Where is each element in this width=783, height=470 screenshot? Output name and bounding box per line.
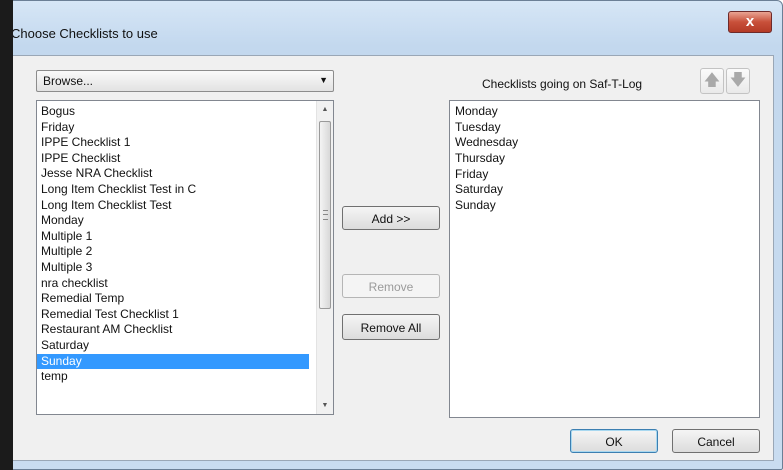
remove-all-button[interactable]: Remove All — [342, 314, 440, 340]
available-checklists-items: Bogus Friday IPPE Checklist 1 IPPE Checklis… — [37, 104, 309, 385]
list-item[interactable]: Friday — [450, 167, 518, 183]
list-item[interactable]: Long Item Checklist Test in C — [37, 182, 309, 198]
dialog-window: Choose Checklists to use x Browse... ▼ B… — [0, 0, 783, 470]
list-item[interactable]: Bogus — [37, 104, 309, 120]
list-item[interactable]: Multiple 2 — [37, 244, 309, 260]
list-item[interactable]: Restaurant AM Checklist — [37, 322, 309, 338]
title-bar[interactable]: Choose Checklists to use x — [1, 1, 782, 55]
move-down-button[interactable]: 🡇 — [726, 68, 750, 94]
cancel-button[interactable]: Cancel — [672, 429, 760, 453]
list-item[interactable]: nra checklist — [37, 276, 309, 292]
selected-checklists-list[interactable]: Monday Tuesday Wednesday Thursday Friday Satu… — [449, 100, 760, 418]
list-item[interactable]: Saturday — [37, 338, 309, 354]
list-item[interactable]: IPPE Checklist 1 — [37, 135, 309, 151]
browse-dropdown-value: Browse... — [43, 74, 94, 88]
list-item[interactable]: Friday — [37, 120, 309, 136]
scroll-thumb[interactable] — [319, 121, 331, 309]
remove-button[interactable]: Remove — [342, 274, 440, 298]
list-item[interactable]: Saturday — [450, 182, 518, 198]
list-item[interactable]: Multiple 1 — [37, 229, 309, 245]
chevron-down-icon: ▼ — [319, 75, 328, 85]
list-item[interactable]: Remedial Temp — [37, 291, 309, 307]
move-up-button[interactable]: 🡅 — [700, 68, 724, 94]
arrow-down-icon: 🡇 — [729, 72, 747, 89]
scroll-up-arrow-icon[interactable]: ▲ — [317, 101, 333, 118]
list-item[interactable]: Monday — [37, 213, 309, 229]
list-item[interactable]: IPPE Checklist — [37, 151, 309, 167]
close-icon: x — [745, 13, 755, 30]
list-item[interactable]: Jesse NRA Checklist — [37, 166, 309, 182]
grip-icon — [323, 210, 328, 220]
background-edge — [0, 0, 13, 470]
window-title: Choose Checklists to use — [11, 26, 158, 41]
list-item[interactable]: Tuesday — [450, 120, 518, 136]
list-item[interactable]: Multiple 3 — [37, 260, 309, 276]
list-item[interactable]: Monday — [450, 104, 518, 120]
dialog-client-area: Browse... ▼ Bogus Friday IPPE Checklist 1I… — [11, 55, 774, 461]
selected-checklists-items: Monday Tuesday Wednesday Thursday Friday Satu… — [450, 104, 518, 214]
ok-button[interactable]: OK — [570, 429, 658, 453]
list-item[interactable]: Wednesday — [450, 135, 518, 151]
list-item[interactable]: Remedial Test Checklist 1 — [37, 307, 309, 323]
selected-checklists-label: Checklists going on Saf-T-Log — [482, 77, 643, 91]
list-item[interactable]: temp — [37, 369, 309, 385]
close-button[interactable]: x — [728, 11, 772, 33]
available-checklists-list[interactable]: Bogus Friday IPPE Checklist 1 IPPE Checklis… — [36, 100, 334, 415]
list-item[interactable]: Thursday — [450, 151, 518, 167]
available-list-scrollbar[interactable]: ▲ ▼ — [316, 101, 333, 414]
arrow-up-icon: 🡅 — [703, 72, 721, 89]
list-item[interactable]: Long Item Checklist Test — [37, 198, 309, 214]
browse-dropdown[interactable]: Browse... ▼ — [36, 70, 334, 92]
add-button[interactable]: Add >> — [342, 206, 440, 230]
list-item[interactable]: Sunday — [37, 353, 309, 370]
list-item[interactable]: Sunday — [450, 198, 518, 214]
scroll-down-arrow-icon[interactable]: ▼ — [317, 397, 333, 414]
